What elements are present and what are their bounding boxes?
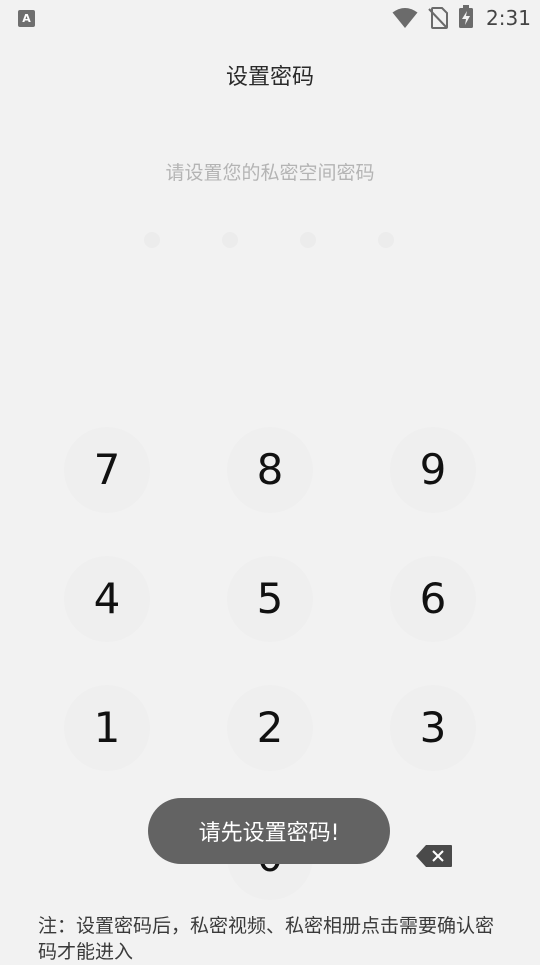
key-3[interactable]: 3 — [390, 685, 476, 771]
pin-dot — [222, 232, 238, 248]
key-2[interactable]: 2 — [227, 685, 313, 771]
page-title: 设置密码 — [225, 65, 314, 90]
battery-charging-icon — [459, 5, 473, 28]
app-notification-icon: A — [18, 10, 35, 27]
key-6[interactable]: 6 — [390, 556, 476, 642]
backspace-icon[interactable] — [414, 842, 454, 870]
pin-dot — [300, 232, 316, 248]
no-sim-icon — [428, 7, 448, 29]
pin-dot — [144, 232, 160, 248]
pin-instruction: 请设置您的私密空间密码 — [165, 162, 375, 184]
key-8[interactable]: 8 — [227, 427, 313, 513]
key-4[interactable]: 4 — [64, 556, 150, 642]
toast-message: 请先设置密码! — [148, 798, 390, 864]
key-5[interactable]: 5 — [227, 556, 313, 642]
status-bar: A 2:31 — [0, 0, 540, 36]
key-1[interactable]: 1 — [64, 685, 150, 771]
key-7[interactable]: 7 — [64, 427, 150, 513]
wifi-icon — [392, 8, 418, 28]
password-note: 注：设置密码后，私密视频、私密相册点击需要确认密码才能进入 — [38, 915, 495, 963]
pin-dot — [378, 232, 394, 248]
status-time: 2:31 — [486, 6, 531, 30]
key-9[interactable]: 9 — [390, 427, 476, 513]
